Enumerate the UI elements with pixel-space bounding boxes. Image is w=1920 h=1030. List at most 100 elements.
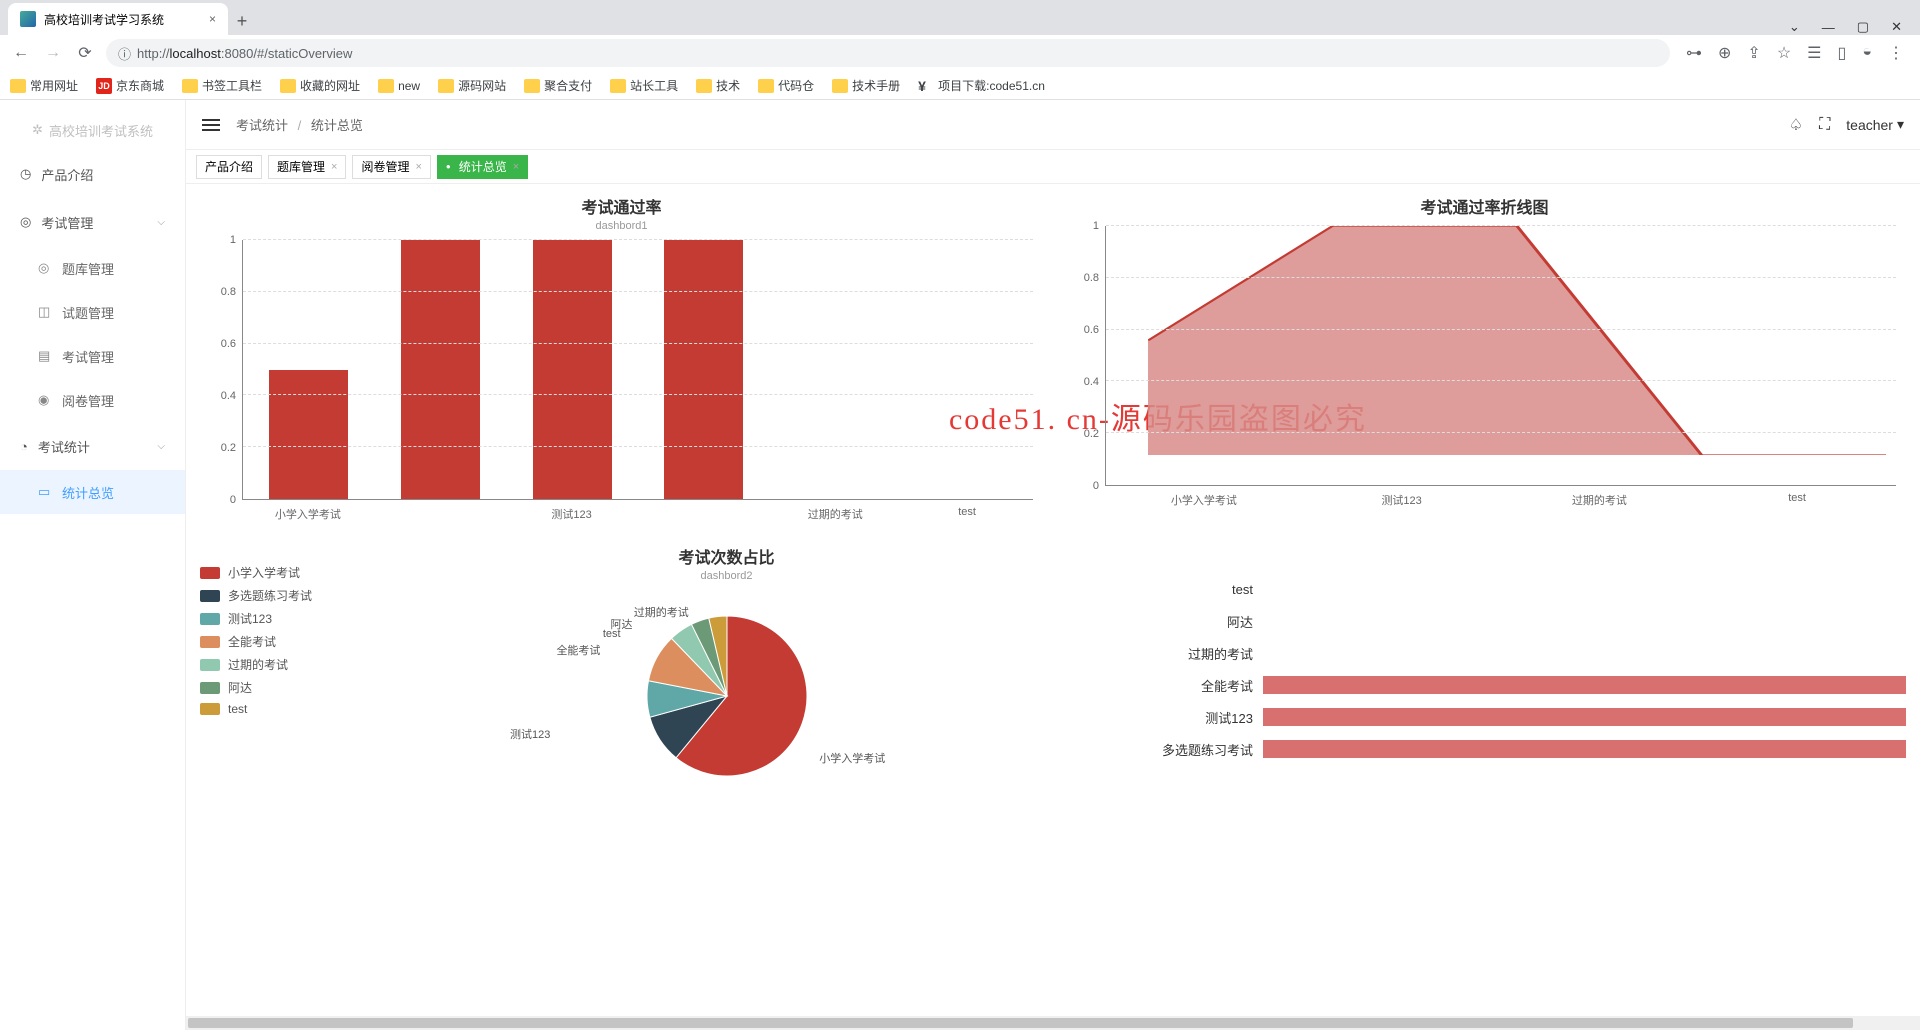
submenu-icon: ◎	[38, 260, 52, 276]
reading-list-icon[interactable]: ☰	[1807, 43, 1821, 63]
bookmark-item[interactable]: new	[378, 79, 420, 93]
hbar-fill	[1263, 676, 1906, 694]
bookmark-icon	[378, 79, 394, 93]
legend-item[interactable]: 阿达	[200, 679, 320, 696]
bar	[533, 240, 612, 499]
key-icon[interactable]: ⊶	[1686, 43, 1702, 63]
bookmark-item[interactable]: 聚合支付	[524, 77, 592, 94]
close-icon[interactable]: ×	[331, 161, 337, 173]
info-icon: ⓘ	[118, 44, 131, 63]
sidebar-item[interactable]: ◷产品介绍	[0, 150, 185, 198]
chart-title: 考试通过率折线图	[1063, 194, 1906, 218]
pie-chart-panel: 考试次数占比 dashbord2 过期的考试 阿达 test 全能考试 测试12…	[340, 554, 1113, 784]
bookmark-icon	[280, 79, 296, 93]
minimize-icon[interactable]: —	[1822, 20, 1835, 35]
sidebar-item[interactable]: ◔考试统计⌵	[0, 422, 185, 470]
maximize-icon[interactable]: ▢	[1857, 19, 1869, 35]
legend-item[interactable]: 小学入学考试	[200, 564, 320, 581]
bookmark-item[interactable]: 收藏的网址	[280, 77, 360, 94]
sidebar-subitem[interactable]: ▭统计总览	[0, 470, 185, 514]
topbar-right: ♤ ⛶ teacher ▾	[1789, 115, 1904, 135]
close-tab-icon[interactable]: ×	[209, 12, 216, 26]
chevron-down-icon[interactable]: ⌄	[1789, 19, 1800, 35]
page-tab[interactable]: 阅卷管理×	[352, 155, 430, 179]
legend-item[interactable]: 测试123	[200, 610, 320, 627]
sidebar-subitem[interactable]: ◎题库管理	[0, 246, 185, 290]
page-tab[interactable]: 统计总览×	[437, 155, 528, 179]
bookmark-icon	[438, 79, 454, 93]
bookmark-icon	[696, 79, 712, 93]
bar-chart: 00.20.40.60.81 小学入学考试测试123过期的考试test	[200, 240, 1043, 530]
hbar-row: 测试123	[1133, 702, 1906, 732]
back-button[interactable]: ←	[10, 44, 32, 62]
bookmark-icon	[758, 79, 774, 93]
hbar-row: 全能考试	[1133, 670, 1906, 700]
zoom-icon[interactable]: ⊕	[1718, 43, 1731, 63]
new-tab-button[interactable]: +	[228, 7, 256, 35]
chart-subtitle: dashbord1	[200, 220, 1043, 232]
legend-item[interactable]: test	[200, 702, 320, 716]
profile-icon[interactable]: ◒	[1862, 43, 1872, 63]
bookmark-item[interactable]: ¥项目下载:code51.cn	[918, 77, 1045, 94]
topbar: 考试统计 / 统计总览 ♤ ⛶ teacher ▾	[186, 100, 1920, 150]
bookmark-icon	[182, 79, 198, 93]
breadcrumb: 考试统计 / 统计总览	[236, 115, 363, 134]
star-icon[interactable]: ☆	[1777, 43, 1791, 63]
close-icon[interactable]: ×	[513, 161, 519, 173]
legend-item[interactable]: 全能考试	[200, 633, 320, 650]
forward-button[interactable]: →	[42, 44, 64, 62]
bookmark-item[interactable]: 常用网址	[10, 77, 78, 94]
chart-title: 考试次数占比	[340, 544, 1113, 568]
submenu-icon: ▭	[38, 484, 52, 500]
bookmark-icon	[832, 79, 848, 93]
page-tab[interactable]: 产品介绍	[196, 155, 262, 179]
close-icon[interactable]: ×	[415, 161, 421, 173]
bookmark-item[interactable]: 代码仓	[758, 77, 814, 94]
user-menu[interactable]: teacher ▾	[1846, 116, 1904, 133]
sidebar-subitem[interactable]: ◫试题管理	[0, 290, 185, 334]
browser-tab[interactable]: 高校培训考试学习系统 ×	[8, 3, 228, 35]
bookmark-item[interactable]: 书签工具栏	[182, 77, 262, 94]
legend-item[interactable]: 多选题练习考试	[200, 587, 320, 604]
bookmark-item[interactable]: 站长工具	[610, 77, 678, 94]
sidebar-subitem[interactable]: ▤考试管理	[0, 334, 185, 378]
reload-button[interactable]: ⟳	[74, 43, 96, 63]
favicon	[20, 11, 36, 27]
sidebar-item[interactable]: ◎考试管理⌵	[0, 198, 185, 246]
hbar-row: 过期的考试	[1133, 638, 1906, 668]
submenu-icon: ◉	[38, 392, 52, 408]
hbar-row: 阿达	[1133, 606, 1906, 636]
chevron-down-icon: ▾	[1897, 116, 1904, 133]
page-tab[interactable]: 题库管理×	[268, 155, 346, 179]
share-icon[interactable]: ⇪	[1747, 43, 1760, 63]
bookmark-item[interactable]: 技术	[696, 77, 740, 94]
bookmark-icon: JD	[96, 78, 112, 94]
legend-item[interactable]: 过期的考试	[200, 656, 320, 673]
panel-icon[interactable]: ▯	[1838, 43, 1847, 63]
bookmark-item[interactable]: 源码网站	[438, 77, 506, 94]
menu-icon[interactable]: ⋮	[1888, 43, 1904, 63]
bookmark-icon	[610, 79, 626, 93]
page-tabs: 产品介绍题库管理×阅卷管理× 统计总览×	[186, 150, 1920, 184]
window-controls: ⌄ — ▢ ✕	[1789, 19, 1920, 35]
fullscreen-icon[interactable]: ⛶	[1819, 116, 1830, 134]
bell-icon[interactable]: ♤	[1789, 115, 1803, 135]
bar-chart-panel: 考试通过率 dashbord1 00.20.40.60.81 小学入学考试测试1…	[200, 194, 1043, 530]
bookmark-item[interactable]: JD京东商城	[96, 77, 164, 94]
logo: ✲ 高校培训考试系统	[0, 110, 185, 150]
hamburger-icon[interactable]	[202, 116, 220, 134]
url-text: http://localhost:8080/#/staticOverview	[137, 46, 352, 61]
pie-legend: 小学入学考试多选题练习考试测试123 全能考试过期的考试阿达 test	[200, 554, 320, 784]
chevron-icon: ⌵	[157, 217, 165, 228]
bookmark-item[interactable]: 技术手册	[832, 77, 900, 94]
close-window-icon[interactable]: ✕	[1891, 19, 1902, 35]
browser-chrome: 高校培训考试学习系统 × + ⌄ — ▢ ✕ ← → ⟳ ⓘ http://lo…	[0, 0, 1920, 100]
bookmark-icon	[524, 79, 540, 93]
horizontal-scrollbar[interactable]	[186, 1016, 1920, 1030]
menu-icon: ◷	[20, 166, 31, 182]
bar	[401, 240, 480, 499]
url-input[interactable]: ⓘ http://localhost:8080/#/staticOverview	[106, 39, 1670, 67]
hbar-row: test	[1133, 574, 1906, 604]
sidebar-subitem[interactable]: ◉阅卷管理	[0, 378, 185, 422]
bookmark-icon: ¥	[918, 78, 934, 94]
